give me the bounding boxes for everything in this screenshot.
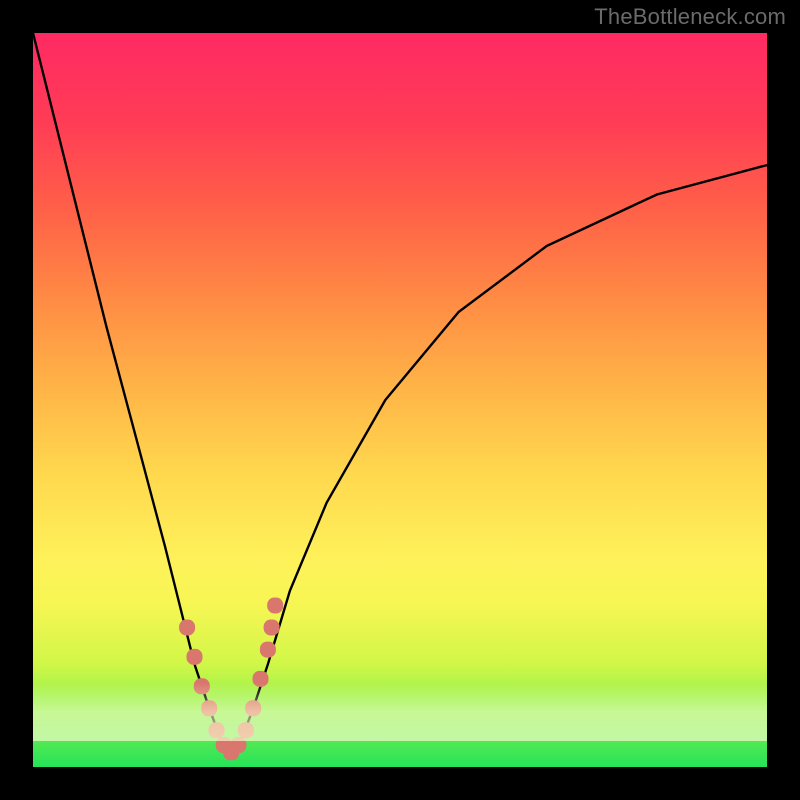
curve-path: [33, 33, 767, 752]
watermark-text: TheBottleneck.com: [594, 4, 786, 30]
marker-point: [238, 722, 254, 738]
bottleneck-curve: [33, 33, 767, 767]
marker-point: [201, 700, 217, 716]
marker-point: [209, 722, 225, 738]
marker-point: [179, 620, 195, 636]
marker-point: [267, 598, 283, 614]
marker-point: [187, 649, 203, 665]
marker-point: [245, 700, 261, 716]
curve-markers: [179, 598, 283, 761]
chart-frame: TheBottleneck.com: [0, 0, 800, 800]
marker-point: [253, 671, 269, 687]
marker-point: [260, 642, 276, 658]
marker-point: [231, 737, 247, 753]
marker-point: [194, 678, 210, 694]
plot-area: [33, 33, 767, 767]
marker-point: [264, 620, 280, 636]
